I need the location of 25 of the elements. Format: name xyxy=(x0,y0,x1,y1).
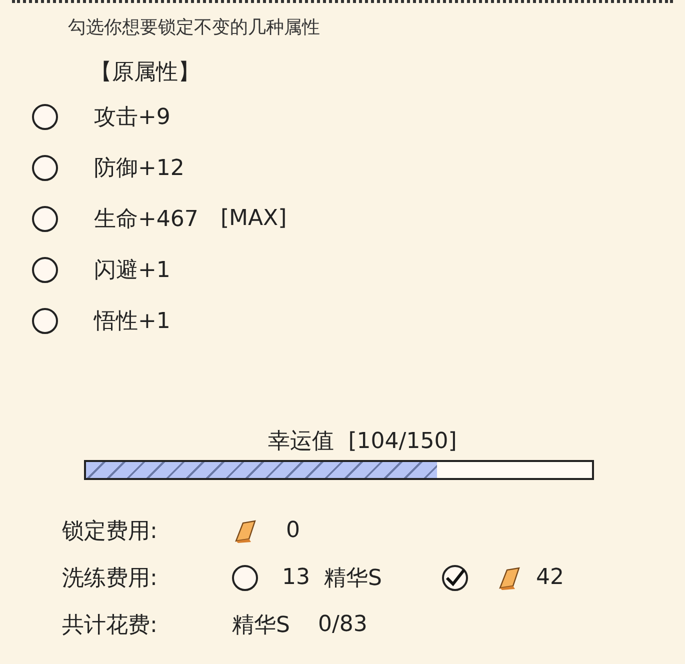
cost-label: 锁定费用: xyxy=(62,518,158,546)
max-tag: [MAX] xyxy=(220,206,287,231)
hint-text: 勾选你想要锁定不变的几种属性 xyxy=(68,16,321,39)
currency-label: 精华S xyxy=(232,612,290,640)
radio-button[interactable] xyxy=(32,104,58,130)
attribute-label: 攻击+9 xyxy=(94,104,170,132)
cost-amount: 0 xyxy=(286,518,300,543)
section-title: 【原属性】 xyxy=(90,59,201,87)
radio-button[interactable] xyxy=(32,154,58,180)
cost-label: 共计花费: xyxy=(62,612,158,640)
checked-radio[interactable] xyxy=(442,564,468,590)
total-reading: 0/83 xyxy=(318,612,368,637)
radio-button[interactable] xyxy=(32,308,58,334)
radio-button[interactable] xyxy=(32,206,58,232)
cost-amount: 42 xyxy=(536,565,564,590)
cost-amount: 13 xyxy=(282,565,310,590)
attribute-label: 闪避+1 xyxy=(94,256,170,284)
radio-button[interactable] xyxy=(232,564,258,590)
luck-label: 幸运值 [104/150] xyxy=(268,428,457,456)
attribute-label: 防御+12 xyxy=(94,154,184,182)
currency-label: 精华S xyxy=(324,564,382,592)
cost-label: 洗练费用: xyxy=(62,564,158,592)
radio-button[interactable] xyxy=(32,256,58,282)
attribute-label: 生命+467 xyxy=(94,206,198,234)
attribute-label: 悟性+1 xyxy=(94,308,170,336)
